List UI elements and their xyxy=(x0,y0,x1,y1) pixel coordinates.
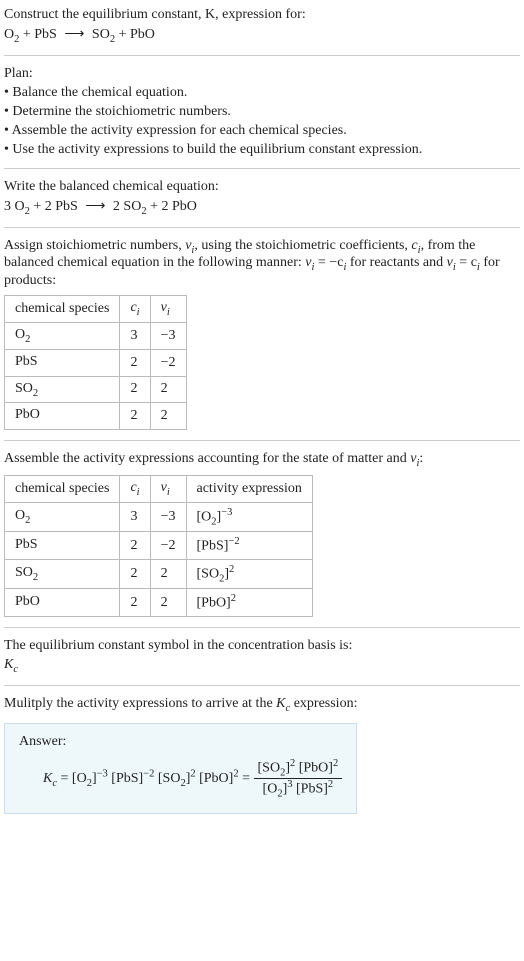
ci-cell: 2 xyxy=(120,532,150,560)
balanced-lhs: 3 O2 + 2 PbS xyxy=(4,199,78,214)
balanced-title: Write the balanced chemical equation: xyxy=(4,179,520,195)
col-nui: νi xyxy=(150,475,186,502)
activity-table: chemical species ci νi activity expressi… xyxy=(4,475,313,617)
divider xyxy=(4,168,520,169)
col-ci: ci xyxy=(120,475,150,502)
symbol-text: The equilibrium constant symbol in the c… xyxy=(4,638,520,654)
table-row: O2 3 −3 xyxy=(5,322,187,349)
unbalanced-equation: O2 + PbS ⟶ SO2 + PbO xyxy=(4,26,520,45)
nui-cell: −2 xyxy=(150,532,186,560)
species-cell: SO2 xyxy=(5,559,120,588)
assign-section: Assign stoichiometric numbers, νi, using… xyxy=(4,238,520,431)
divider xyxy=(4,685,520,686)
activity-cell: [PbS]−2 xyxy=(186,532,312,560)
fraction-numerator: [SO2]2 [PbO]2 xyxy=(254,758,343,779)
col-activity: activity expression xyxy=(186,475,312,502)
plan-section: Plan: • Balance the chemical equation. •… xyxy=(4,66,520,158)
nui-cell: 2 xyxy=(150,559,186,588)
plus-pbs: + PbS xyxy=(19,27,56,42)
activity-cell: [SO2]2 xyxy=(186,559,312,588)
species-cell: PbS xyxy=(5,349,120,376)
nui-cell: 2 xyxy=(150,376,186,403)
stoich-table: chemical species ci νi O2 3 −3 PbS 2 −2 … xyxy=(4,295,187,430)
ci-cell: 2 xyxy=(120,559,150,588)
table-row: PbS 2 −2 [PbS]−2 xyxy=(5,532,313,560)
product-so2: SO2 xyxy=(92,27,115,42)
activity-cell: [O2]−3 xyxy=(186,502,312,531)
activity-cell: [PbO]2 xyxy=(186,589,312,617)
ci-cell: 3 xyxy=(120,322,150,349)
table-header-row: chemical species ci νi xyxy=(5,296,187,323)
symbol-section: The equilibrium constant symbol in the c… xyxy=(4,638,520,675)
table-row: SO2 2 2 [SO2]2 xyxy=(5,559,313,588)
balanced-section: Write the balanced chemical equation: 3 … xyxy=(4,179,520,217)
balanced-equation: 3 O2 + 2 PbS ⟶ 2 SO2 + 2 PbO xyxy=(4,198,520,217)
species-cell: O2 xyxy=(5,502,120,531)
multiply-section: Mulitply the activity expressions to arr… xyxy=(4,696,520,815)
answer-box: Answer: Kc = [O2]−3 [PbS]−2 [SO2]2 [PbO]… xyxy=(4,723,357,815)
divider xyxy=(4,627,520,628)
assemble-section: Assemble the activity expressions accoun… xyxy=(4,451,520,617)
prompt-line: Construct the equilibrium constant, K, e… xyxy=(4,7,520,23)
fraction-denominator: [O2]3 [PbS]2 xyxy=(254,779,343,799)
plan-step-3: • Assemble the activity expression for e… xyxy=(4,123,520,139)
plan-step-4: • Use the activity expressions to build … xyxy=(4,142,520,158)
nui-cell: 2 xyxy=(150,589,186,617)
nui-cell: −3 xyxy=(150,502,186,531)
col-species: chemical species xyxy=(5,475,120,502)
table-row: SO2 2 2 xyxy=(5,376,187,403)
ci-cell: 3 xyxy=(120,502,150,531)
table-row: PbO 2 2 xyxy=(5,403,187,430)
nui-cell: 2 xyxy=(150,403,186,430)
ci-cell: 2 xyxy=(120,589,150,617)
ci-cell: 2 xyxy=(120,403,150,430)
species-cell: PbS xyxy=(5,532,120,560)
answer-label: Answer: xyxy=(19,734,342,750)
reaction-arrow: ⟶ xyxy=(60,27,88,42)
table-row: PbS 2 −2 xyxy=(5,349,187,376)
assemble-text: Assemble the activity expressions accoun… xyxy=(4,451,520,469)
species-cell: PbO xyxy=(5,589,120,617)
answer-equation: Kc = [O2]−3 [PbS]−2 [SO2]2 [PbO]2 = [SO2… xyxy=(19,758,342,800)
multiply-text: Mulitply the activity expressions to arr… xyxy=(4,696,520,714)
divider xyxy=(4,227,520,228)
fraction: [SO2]2 [PbO]2 [O2]3 [PbS]2 xyxy=(254,758,343,800)
plan-step-1: • Balance the chemical equation. xyxy=(4,85,520,101)
plan-title: Plan: xyxy=(4,66,520,82)
plan-step-2: • Determine the stoichiometric numbers. xyxy=(4,104,520,120)
ci-cell: 2 xyxy=(120,376,150,403)
species-cell: SO2 xyxy=(5,376,120,403)
reaction-arrow: ⟶ xyxy=(81,199,109,214)
plus-pbo: + PbO xyxy=(115,27,155,42)
species-cell: PbO xyxy=(5,403,120,430)
table-row: O2 3 −3 [O2]−3 xyxy=(5,502,313,531)
col-species: chemical species xyxy=(5,296,120,323)
nui-cell: −3 xyxy=(150,322,186,349)
reactant-o2: O2 xyxy=(4,27,19,42)
nui-cell: −2 xyxy=(150,349,186,376)
prompt-section: Construct the equilibrium constant, K, e… xyxy=(4,7,520,45)
divider xyxy=(4,55,520,56)
prompt-text: Construct the equilibrium constant, K, e… xyxy=(4,7,306,22)
table-header-row: chemical species ci νi activity expressi… xyxy=(5,475,313,502)
kc-symbol: Kc xyxy=(4,657,520,675)
table-row: PbO 2 2 [PbO]2 xyxy=(5,589,313,617)
ci-cell: 2 xyxy=(120,349,150,376)
divider xyxy=(4,440,520,441)
col-nui: νi xyxy=(150,296,186,323)
assign-text: Assign stoichiometric numbers, νi, using… xyxy=(4,238,520,290)
col-ci: ci xyxy=(120,296,150,323)
balanced-rhs: 2 SO2 + 2 PbO xyxy=(113,199,197,214)
species-cell: O2 xyxy=(5,322,120,349)
